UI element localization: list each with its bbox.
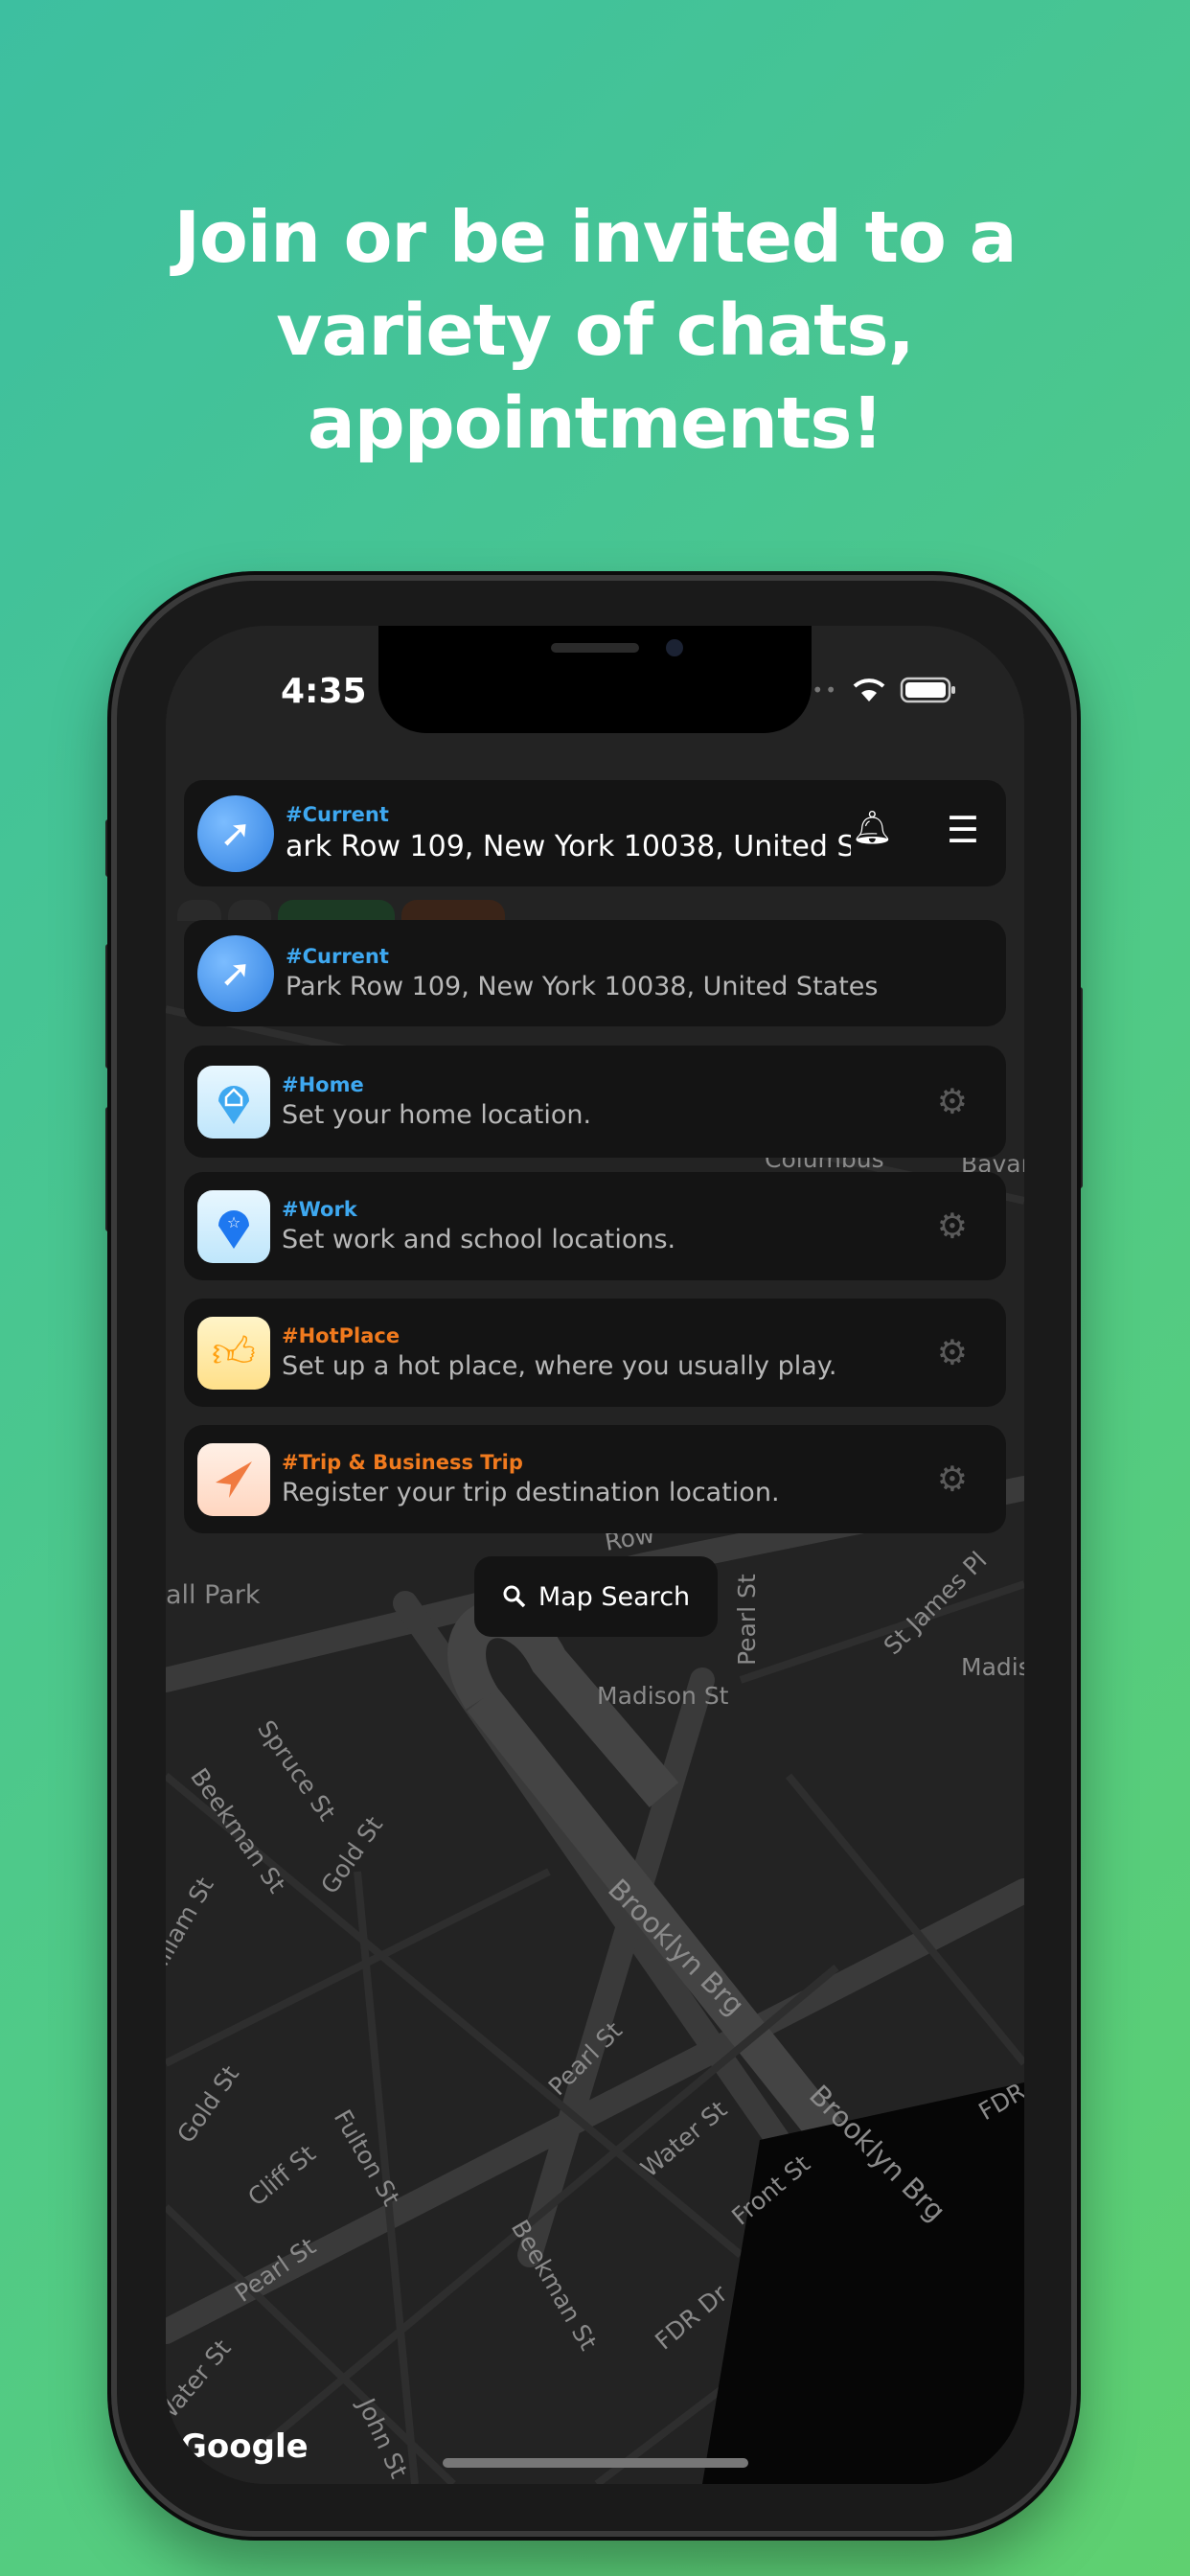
gear-icon[interactable]: ⚙ xyxy=(937,1460,968,1499)
location-desc: Set work and school locations. xyxy=(282,1225,676,1254)
headline-line: variety of chats, xyxy=(276,289,914,372)
wifi-icon xyxy=(853,678,885,702)
gear-icon[interactable]: ⚙ xyxy=(937,1207,968,1246)
map-label: Madison St xyxy=(597,1682,729,1710)
search-icon xyxy=(503,1585,526,1608)
map-search-button[interactable]: Map Search xyxy=(474,1556,718,1637)
location-tag: #Home xyxy=(282,1073,364,1096)
filter-chip[interactable] xyxy=(401,900,505,921)
location-tag: #Work xyxy=(282,1198,357,1221)
filter-chip[interactable] xyxy=(278,900,395,921)
headline-line: Join or be invited to a xyxy=(173,196,1017,279)
globe-cursor-icon: ➚ xyxy=(197,934,274,1012)
location-tag: #HotPlace xyxy=(282,1324,400,1347)
location-desc: Set up a hot place, where you usually pl… xyxy=(282,1351,837,1381)
location-tag: #Current xyxy=(286,803,389,826)
hamburger-menu-icon[interactable]: ☰ xyxy=(947,809,979,851)
gear-icon[interactable]: ⚙ xyxy=(937,1082,968,1121)
location-item-hotplace[interactable]: 👍︎ #HotPlace Set up a hot place, where yo… xyxy=(184,1299,1006,1407)
location-tag: #Trip & Business Trip xyxy=(282,1451,523,1474)
battery-icon xyxy=(900,677,955,703)
current-address: ark Row 109, New York 10038, United S xyxy=(286,830,851,863)
bell-icon[interactable]: 🔔︎ xyxy=(852,809,893,847)
front-camera xyxy=(666,639,683,656)
location-item-home[interactable]: #Home Set your home location. ⚙ xyxy=(184,1046,1006,1158)
current-location-bar[interactable]: ➚ #Current ark Row 109, New York 10038, … xyxy=(184,780,1006,886)
location-tag: #Current xyxy=(286,945,389,968)
google-logo: Google xyxy=(180,2427,309,2466)
thumbs-up-icon: 👍︎ xyxy=(197,1316,270,1390)
location-item-trip[interactable]: #Trip & Business Trip Register your trip … xyxy=(184,1425,1006,1533)
speaker xyxy=(551,643,639,653)
svg-text:☆: ☆ xyxy=(227,1213,240,1231)
location-item-current[interactable]: ➚ #Current Park Row 109, New York 10038, … xyxy=(184,920,1006,1026)
map-label: all Park xyxy=(166,1580,261,1610)
status-time: 4:35 xyxy=(281,672,367,711)
home-pin-icon xyxy=(197,1065,270,1138)
map-label: Madis xyxy=(961,1653,1024,1681)
paper-plane-icon xyxy=(197,1442,270,1516)
headline: Join or be invited to a variety of chats… xyxy=(0,192,1190,471)
location-desc: Set your home location. xyxy=(282,1100,592,1130)
phone-screen: Columbus Bavar all Park Madison St Pearl… xyxy=(166,626,1024,2484)
globe-cursor-icon: ➚ xyxy=(197,794,274,872)
notch xyxy=(378,626,812,733)
headline-line: appointments! xyxy=(307,382,883,465)
filter-chip[interactable] xyxy=(228,900,271,921)
map-label: Pearl St xyxy=(733,1574,761,1666)
location-desc: Register your trip destination location. xyxy=(282,1478,780,1507)
gear-icon[interactable]: ⚙ xyxy=(937,1333,968,1372)
map-search-label: Map Search xyxy=(538,1581,691,1612)
star-pin-icon: ☆ xyxy=(197,1189,270,1263)
filter-chip[interactable] xyxy=(177,900,221,921)
location-desc: Park Row 109, New York 10038, United Sta… xyxy=(286,972,879,1001)
home-indicator[interactable] xyxy=(443,2458,748,2468)
location-item-work[interactable]: ☆ #Work Set work and school locations. ⚙ xyxy=(184,1172,1006,1280)
